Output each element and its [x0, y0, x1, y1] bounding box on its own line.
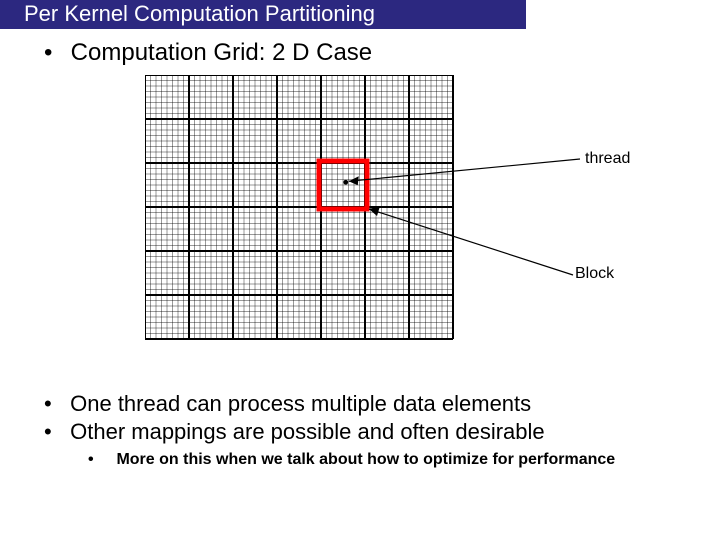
bullet-item-1: • One thread can process multiple data e…: [44, 391, 720, 417]
thread-dot: [343, 180, 348, 185]
block-arrow: [369, 209, 573, 275]
slide-title: Per Kernel Computation Partitioning: [24, 1, 375, 26]
grid-svg: [145, 75, 695, 375]
heading-level1: • Computation Grid: 2 D Case: [44, 39, 720, 67]
bullet-dot: •: [44, 39, 64, 67]
sub-bullet-item: • More on this when we talk about how to…: [88, 451, 720, 469]
bullet-dot: •: [88, 451, 112, 469]
heading-text: Computation Grid: 2 D Case: [71, 39, 372, 66]
bullet-item-2: • Other mappings are possible and often …: [44, 419, 720, 445]
sub-bullet-text: More on this when we talk about how to o…: [116, 451, 615, 468]
slide-title-bar: Per Kernel Computation Partitioning: [0, 0, 526, 29]
grid-diagram: thread Block: [145, 75, 695, 375]
bullet-text: One thread can process multiple data ele…: [70, 391, 531, 416]
label-thread: thread: [585, 150, 630, 168]
bullet-dot: •: [44, 419, 64, 445]
bullet-text: Other mappings are possible and often de…: [70, 419, 545, 444]
bullet-dot: •: [44, 391, 64, 417]
label-block: Block: [575, 265, 614, 283]
bullet-list: • One thread can process multiple data e…: [30, 391, 720, 469]
